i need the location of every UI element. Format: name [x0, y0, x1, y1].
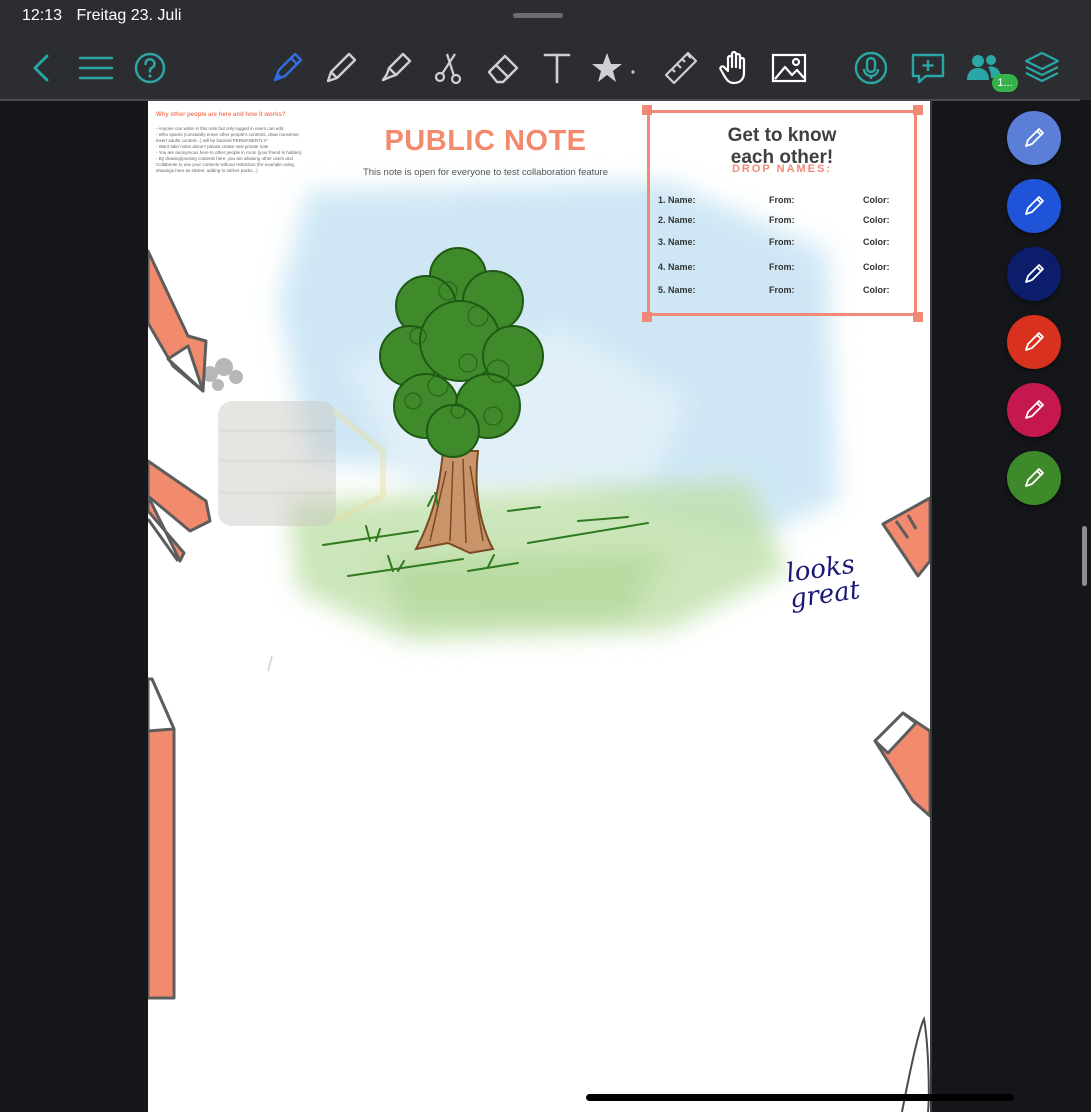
- status-date: Freitag 23. Juli: [76, 7, 182, 24]
- color-row-5-label: Color:: [863, 285, 890, 295]
- pen-icon: [1025, 468, 1044, 487]
- from-row-1-label: From:: [769, 195, 795, 205]
- ruler-icon[interactable]: [661, 48, 701, 88]
- color-row-3-label: Color:: [863, 237, 890, 247]
- top-toolbar: 12:13 Freitag 23. Juli 1...: [0, 0, 1091, 100]
- pen-icon: [1025, 128, 1044, 147]
- from-row-4-label: From:: [769, 262, 795, 272]
- pen-preset-navy[interactable]: [1007, 247, 1061, 301]
- pen-icon: [1025, 332, 1044, 351]
- name-row-1-label: 1. Name:: [658, 195, 696, 205]
- pen-preset-light-blue[interactable]: [1007, 111, 1061, 165]
- name-row-3-label: 3. Name:: [658, 237, 696, 247]
- handwritten-note: looks great: [784, 549, 862, 615]
- page-edge: [930, 101, 932, 1112]
- pen-icon: [1025, 400, 1044, 419]
- resize-handle-top-right[interactable]: [913, 105, 923, 115]
- drag-handle[interactable]: [513, 13, 563, 18]
- back-chevron-icon[interactable]: [22, 48, 62, 88]
- home-indicator[interactable]: [586, 1094, 1014, 1101]
- from-row-5-label: From:: [769, 285, 795, 295]
- pen-preset-blue[interactable]: [1007, 179, 1061, 233]
- pen-icon: [1025, 264, 1044, 283]
- pen-preset-magenta[interactable]: [1007, 383, 1061, 437]
- image-icon[interactable]: [769, 48, 809, 88]
- microphone-icon[interactable]: [851, 48, 891, 88]
- color-row-4-label: Color:: [863, 262, 890, 272]
- from-row-2-label: From:: [769, 215, 795, 225]
- fountain-pen-icon[interactable]: [267, 48, 307, 88]
- users-count-badge: 1...: [992, 74, 1018, 92]
- from-row-3-label: From:: [769, 237, 795, 247]
- pen-icon: [1025, 196, 1044, 215]
- pen-preset-red[interactable]: [1007, 315, 1061, 369]
- text-tool-icon[interactable]: [537, 48, 577, 88]
- color-row-1-label: Color:: [863, 195, 890, 205]
- pen-preset-green[interactable]: [1007, 451, 1061, 505]
- name-row-4-label: 4. Name:: [658, 262, 696, 272]
- help-icon[interactable]: [130, 48, 170, 88]
- note-title: PUBLIC NOTE: [384, 125, 587, 157]
- info-text: - Anyone can write! in this note but onl…: [156, 126, 303, 173]
- drop-names-label: DROP NAMES:: [731, 163, 833, 175]
- eraser-icon[interactable]: [483, 48, 523, 88]
- name-row-5-label: 5. Name:: [658, 285, 696, 295]
- hand-icon[interactable]: [715, 48, 755, 88]
- vertical-scrollbar[interactable]: [1082, 526, 1087, 586]
- star-icon[interactable]: [587, 48, 627, 88]
- name-row-2-label: 2. Name:: [658, 215, 696, 225]
- note-canvas[interactable]: Why other people are here and how it wor…: [148, 101, 930, 1112]
- dot-separator: [623, 48, 643, 88]
- pencil-icon[interactable]: [321, 48, 361, 88]
- scissors-icon[interactable]: [429, 48, 469, 88]
- status-time: 12:13: [22, 7, 63, 24]
- resize-handle-bottom-right[interactable]: [913, 312, 923, 322]
- note-subtitle: This note is open for everyone to test c…: [362, 167, 609, 178]
- resize-handle-bottom-left[interactable]: [642, 312, 652, 322]
- info-title: Why other people are here and how it wor…: [156, 112, 286, 118]
- get-to-know-box[interactable]: Get to know each other! DROP NAMES: 1. N…: [647, 110, 917, 316]
- resize-handle-top-left[interactable]: [642, 105, 652, 115]
- add-comment-icon[interactable]: [908, 48, 948, 88]
- highlighter-icon[interactable]: [375, 48, 415, 88]
- layers-icon[interactable]: [1022, 48, 1062, 88]
- status-bar: 12:13 Freitag 23. Juli: [22, 7, 191, 25]
- menu-icon[interactable]: [76, 48, 116, 88]
- color-row-2-label: Color:: [863, 215, 890, 225]
